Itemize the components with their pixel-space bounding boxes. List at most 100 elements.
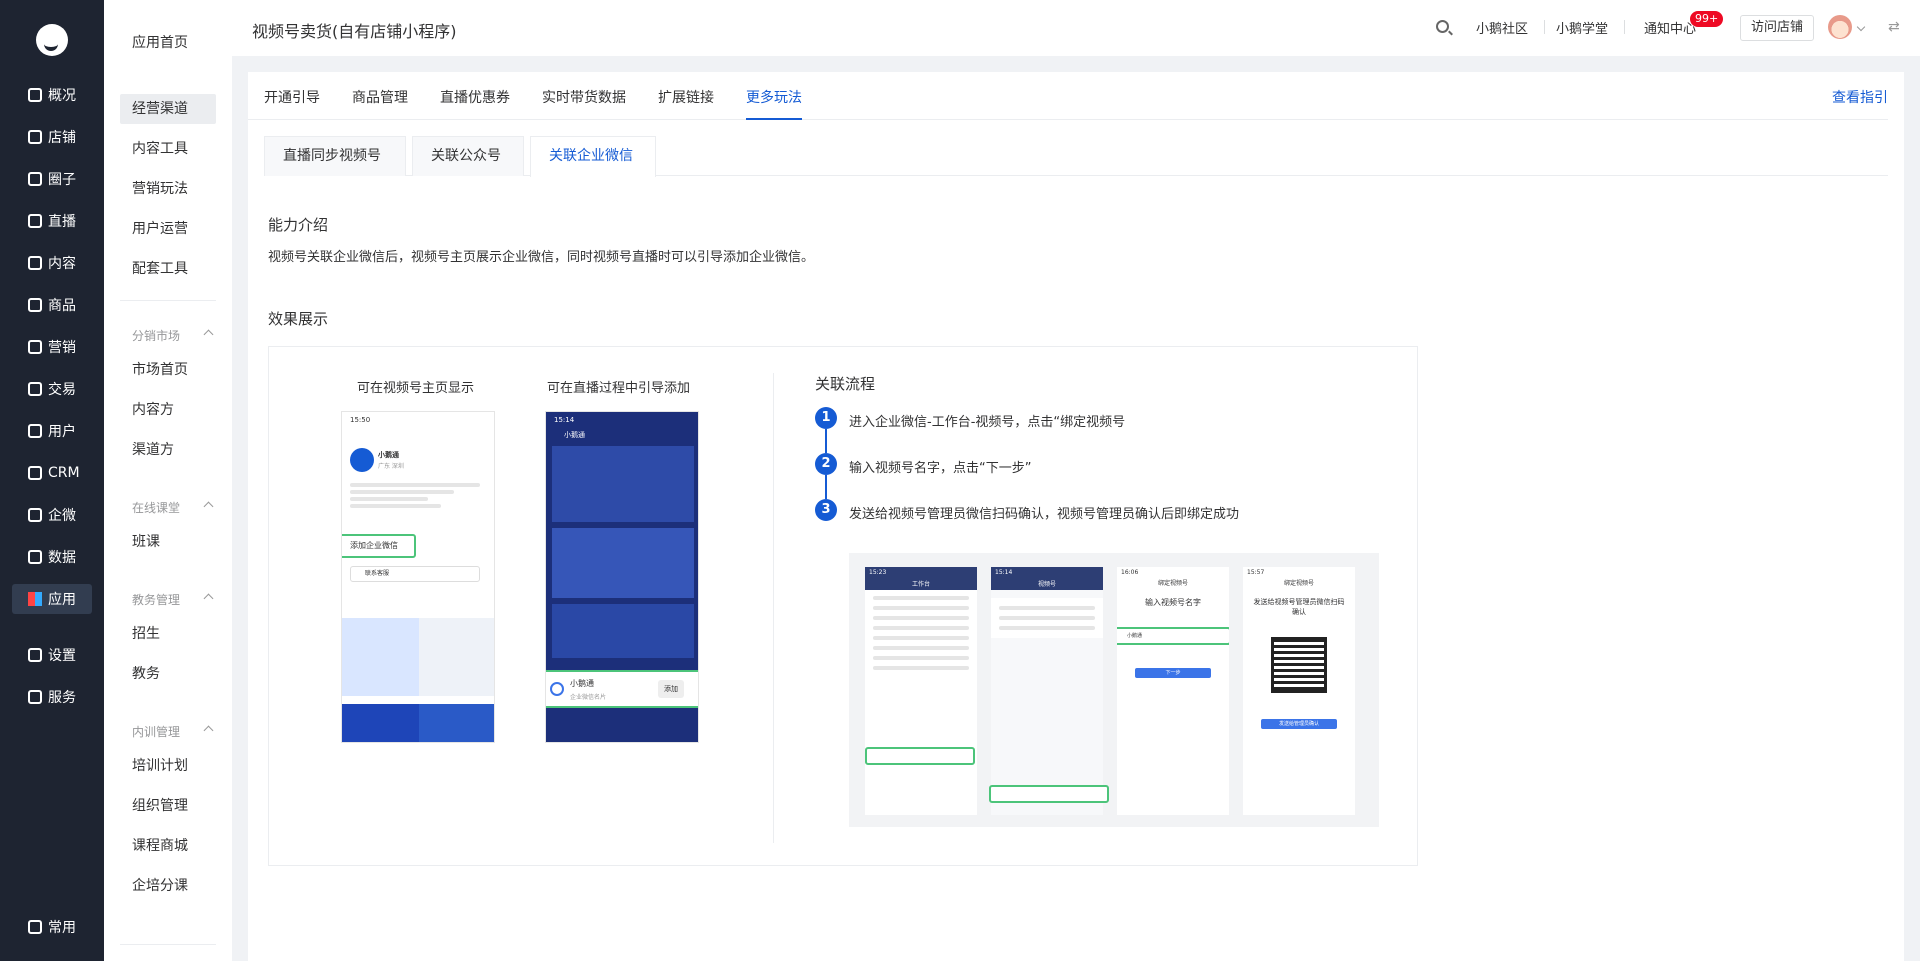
subnav-item-training-plan[interactable]: 培训计划	[120, 751, 216, 781]
group-title: 在线课堂	[132, 501, 181, 515]
overview-icon	[28, 88, 42, 102]
sidebar-item-shop[interactable]: 店铺	[12, 122, 92, 152]
chevron-up-icon	[203, 329, 214, 340]
flow-screen-channels: 15:14 视频号	[991, 567, 1103, 815]
flow-title: 关联流程	[815, 375, 876, 393]
subtab-wecom[interactable]: 关联企业微信	[530, 136, 656, 177]
settings-icon	[28, 648, 42, 662]
chevron-up-icon	[203, 593, 214, 604]
main-content: 开通引导 商品管理 直播优惠券 实时带货数据 扩展链接 更多玩法 查看指引 直播…	[248, 72, 1904, 961]
tab-realtime-data[interactable]: 实时带货数据	[542, 87, 626, 107]
data-icon	[28, 550, 42, 564]
user-icon	[28, 424, 42, 438]
mini-button: 下一步	[1135, 668, 1211, 678]
list-icon	[28, 920, 42, 934]
notification-badge: 99+	[1690, 11, 1724, 27]
subnav-item-course-mall[interactable]: 课程商城	[120, 831, 216, 861]
sidebar-item-goods[interactable]: 商品	[12, 290, 92, 320]
group-title: 教务管理	[132, 593, 181, 607]
sidebar-item-data[interactable]: 数据	[12, 542, 92, 572]
view-guide-link[interactable]: 查看指引	[1832, 87, 1888, 107]
app-logo[interactable]	[36, 24, 68, 56]
subnav-group-training[interactable]: 内训管理	[120, 723, 216, 740]
sidebar-item-service[interactable]: 服务	[12, 682, 92, 712]
tab-ext-link[interactable]: 扩展链接	[658, 87, 714, 107]
mini-heading: 输入视频号名字	[1145, 598, 1201, 607]
sidebar-item-live[interactable]: 直播	[12, 206, 92, 236]
subnav-item-marketing[interactable]: 营销玩法	[120, 174, 216, 204]
sidebar-item-app[interactable]: 应用	[12, 584, 92, 614]
showcase-panel: 可在视频号主页显示 可在直播过程中引导添加 15:50 小鹅通 广东 深圳 添加…	[268, 346, 1418, 866]
community-link[interactable]: 小鹅社区	[1476, 18, 1528, 37]
sidebar-item-circle[interactable]: 圈子	[12, 164, 92, 194]
crm-icon	[28, 466, 42, 480]
sidebar-item-content[interactable]: 内容	[12, 248, 92, 278]
tab-active-indicator	[746, 118, 802, 120]
caption-live: 可在直播过程中引导添加	[547, 381, 691, 396]
notification-link[interactable]: 通知中心	[1644, 18, 1696, 37]
step-number: 3	[815, 499, 837, 521]
primary-sidebar: 概况店铺圈子直播内容商品营销交易用户 CRM 企微数据应用设置服务 常用	[0, 0, 104, 961]
secondary-sidebar: 应用首页 经营渠道 内容工具 营销玩法 用户运营 配套工具 分销市场 市场首页 …	[104, 0, 232, 961]
avatar[interactable]	[1828, 15, 1852, 39]
sidebar-item-overview[interactable]: 概况	[12, 80, 92, 110]
subnav-item-content-side[interactable]: 内容方	[120, 395, 216, 425]
subnav-item-channel-side[interactable]: 渠道方	[120, 435, 216, 465]
search-icon[interactable]	[1436, 20, 1449, 33]
sidebar-item-label: 用户	[48, 424, 76, 440]
chevron-down-icon[interactable]	[1856, 22, 1866, 32]
profile-location: 广东 深圳	[378, 463, 404, 470]
sidebar-item-crm[interactable]: CRM	[12, 458, 92, 488]
subnav-item-channel[interactable]: 经营渠道	[120, 94, 216, 124]
subtab-official-account[interactable]: 关联公众号	[412, 136, 524, 176]
switch-icon[interactable]: ⇄	[1888, 19, 1900, 35]
mini-time: 15:23	[865, 567, 977, 579]
sidebar-item-marketing[interactable]: 营销	[12, 332, 92, 362]
step-text: 输入视频号名字，点击“下一步”	[849, 461, 1032, 476]
sidebar-item-label: 企微	[48, 508, 76, 524]
sidebar-item-wecom[interactable]: 企微	[12, 500, 92, 530]
subnav-item-home[interactable]: 应用首页	[120, 28, 216, 58]
ability-desc: 视频号关联企业微信后，视频号主页展示企业微信，同时视频号直播时可以引导添加企业微…	[268, 250, 815, 265]
subnav-item-user-ops[interactable]: 用户运营	[120, 214, 216, 244]
subnav-item-content-tools[interactable]: 内容工具	[120, 134, 216, 164]
step-connector	[825, 429, 827, 453]
sidebar-item-user[interactable]: 用户	[12, 416, 92, 446]
subnav-item-class[interactable]: 班课	[120, 527, 216, 557]
flow-screen-qrcode: 15:57 绑定视频号 发送给视频号管理员微信扫码确认 发送给管理员确认	[1243, 567, 1355, 815]
tab-guide[interactable]: 开通引导	[264, 87, 320, 107]
step-text: 发送给视频号管理员微信扫码确认，视频号管理员确认后即绑定成功	[849, 507, 1240, 522]
sidebar-item-label: 服务	[48, 690, 76, 706]
sidebar-item-label: 店铺	[48, 130, 76, 146]
subtab-live-sync[interactable]: 直播同步视频号	[264, 136, 406, 176]
visit-shop-button[interactable]: 访问店铺	[1740, 15, 1814, 41]
subnav-item-support-tools[interactable]: 配套工具	[120, 254, 216, 284]
subnav-group-distribution[interactable]: 分销市场	[120, 327, 216, 344]
live-icon	[28, 214, 42, 228]
goods-icon	[28, 298, 42, 312]
academy-link[interactable]: 小鹅学堂	[1556, 18, 1608, 37]
sidebar-item-label: 设置	[48, 648, 76, 664]
divider	[1544, 20, 1545, 34]
subnav-group-online-class[interactable]: 在线课堂	[120, 499, 216, 516]
sidebar-item-settings[interactable]: 设置	[12, 640, 92, 670]
sidebar-item-common[interactable]: 常用	[12, 912, 92, 942]
divider	[120, 300, 216, 301]
subnav-item-market-home[interactable]: 市场首页	[120, 355, 216, 385]
tab-coupon[interactable]: 直播优惠券	[440, 87, 510, 107]
sidebar-item-label: 应用	[48, 592, 76, 608]
status-time: 15:14	[554, 416, 575, 424]
mini-button: 发送给管理员确认	[1261, 719, 1337, 729]
subnav-item-org-manage[interactable]: 组织管理	[120, 791, 216, 821]
subnav-item-academic[interactable]: 教务	[120, 659, 216, 689]
scrollbar[interactable]	[1904, 56, 1920, 961]
flow-screen-workbench: 15:23 工作台	[865, 567, 977, 815]
tab-goods[interactable]: 商品管理	[352, 87, 408, 107]
subnav-item-enroll[interactable]: 招生	[120, 619, 216, 649]
mini-title: 工作台	[865, 579, 977, 590]
subnav-group-academic[interactable]: 教务管理	[120, 591, 216, 608]
sidebar-item-trade[interactable]: 交易	[12, 374, 92, 404]
tab-more[interactable]: 更多玩法	[746, 87, 802, 107]
subnav-item-enterprise-course[interactable]: 企培分课	[120, 871, 216, 901]
profile-preview-image: 15:50 小鹅通 广东 深圳 添加企业微信 联系客服	[341, 411, 495, 743]
